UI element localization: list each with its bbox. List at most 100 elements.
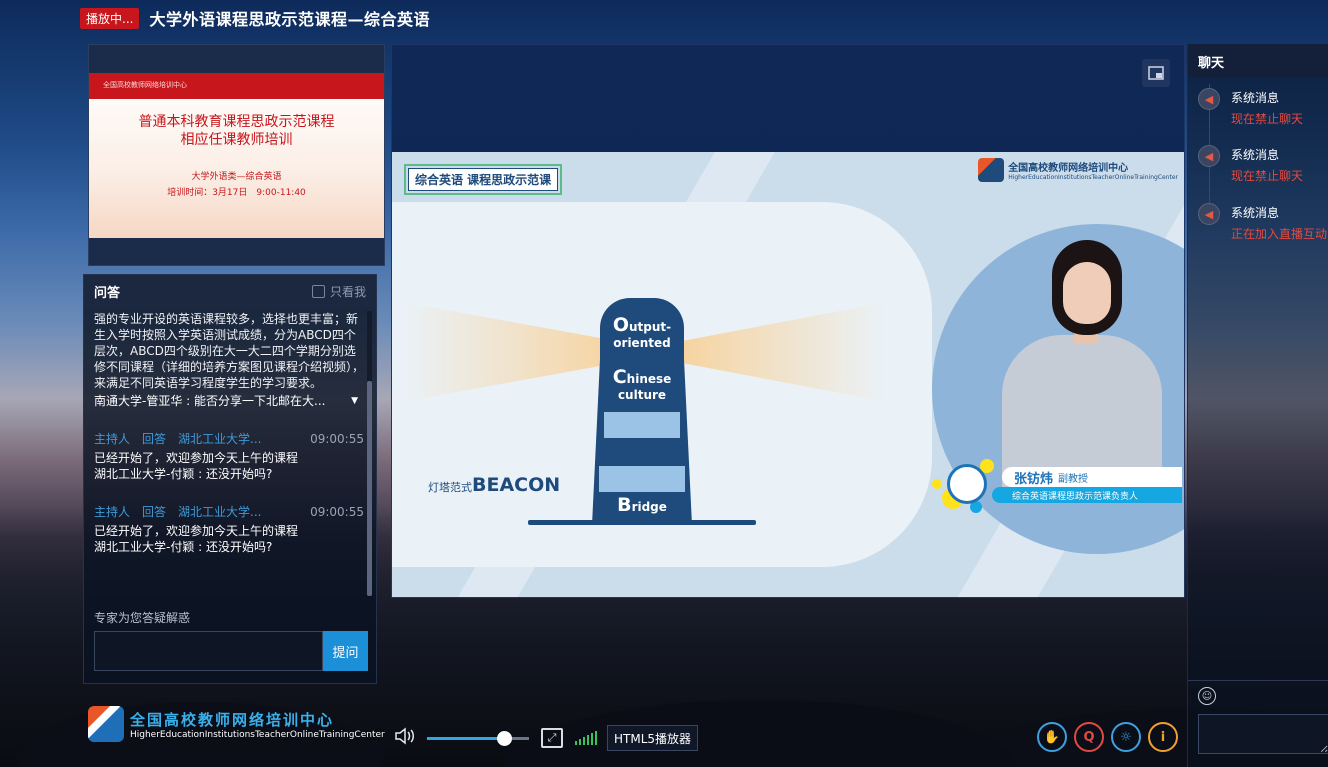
qa-icon[interactable]: Q [1074, 722, 1104, 752]
qa-scrollbar[interactable] [367, 311, 372, 596]
qa-item-answer: 已经开始了，欢迎参加今天上午的课程 [94, 524, 299, 538]
qa-item: 主持人 回答 湖北工业大学... 09:00:55 已经开始了，欢迎参加今天上午… [94, 431, 364, 482]
live-status-badge: 播放中... [80, 7, 140, 29]
chat-message-text: 正在加入直播互动 [1231, 227, 1328, 241]
only-me-label: 只看我 [329, 284, 366, 299]
signal-bar [583, 737, 585, 745]
slide-thumbnail[interactable]: 全国高校教师网络培训中心 普通本科教育课程思政示范课程 相应任课教师培训 大学外… [88, 44, 385, 266]
qa-header: 问答 只看我 [84, 275, 376, 307]
presenter-name-bar: 张钫炜 副教授 综合英语课程思政示范课负责人 [932, 467, 1182, 507]
ask-button[interactable]: 提问 [323, 631, 368, 671]
qa-item-author: 主持人 回答 湖北工业大学... [94, 432, 262, 446]
signal-strength-icon [575, 731, 597, 745]
picture-in-picture-button[interactable] [1142, 59, 1170, 87]
qa-item-meta: 主持人 回答 湖北工业大学... 09:00:55 [94, 431, 364, 447]
expand-caret-icon[interactable]: ▼ [351, 393, 358, 409]
qa-item-time: 09:00:55 [310, 432, 364, 446]
presenter-title: 副教授 [1058, 473, 1089, 485]
tower-band [599, 466, 685, 492]
emoji-icon[interactable]: ☺ [1198, 687, 1216, 705]
qa-item-time: 09:00:55 [310, 505, 364, 519]
qa-item-author: 主持人 回答 湖北工业大学... [94, 505, 262, 519]
picture-in-picture-icon [1148, 66, 1164, 80]
raise-hand-icon[interactable]: ✋ [1037, 722, 1067, 752]
footer-logo-en: HigherEducationInstitutionsTeacherOnline… [130, 729, 385, 740]
qa-first-question[interactable]: 南通大学-管亚华 : 能否分享一下北邮在大... ▼ [94, 393, 364, 409]
qa-first-answer: 强的专业开设的英语课程较多，选择也更丰富；新生入学时按照入学英语测试成绩，分为A… [94, 312, 364, 390]
speaker-muted-icon: ◀ [1198, 88, 1220, 110]
question-input[interactable] [94, 631, 323, 671]
tower-output-text: Output- oriented [600, 314, 684, 350]
qa-title: 问答 [94, 285, 121, 301]
training-center-logo-icon [978, 158, 1005, 182]
presenter-role: 综合英语课程思政示范课负责人 [992, 487, 1182, 503]
signal-bar [579, 739, 581, 745]
page-title: 大学外语课程思政示范课程—综合英语 [149, 10, 430, 29]
volume-slider-knob[interactable] [496, 730, 512, 746]
slide-subtitle: 大学外语类—综合英语 [191, 172, 282, 182]
tower-o-letter: O [612, 314, 629, 336]
chat-message-from: 系统消息 [1231, 206, 1280, 220]
speaker-muted-icon: ◀ [1198, 203, 1220, 225]
qa-list[interactable]: 强的专业开设的英语课程较多，选择也更丰富；新生入学时按照入学英语测试成绩，分为A… [94, 311, 364, 596]
volume-slider-fill [427, 736, 504, 740]
speaker-icon [395, 726, 414, 745]
course-tag-text: 综合英语 课程思政示范课 [408, 168, 559, 191]
header: 播放中... 大学外语课程思政示范课程—综合英语 [80, 6, 430, 30]
video-logo-en: HigherEducationInstitutionsTeacherOnline… [1008, 174, 1178, 181]
qa-item-meta: 主持人 回答 湖北工业大学... 09:00:55 [94, 504, 364, 520]
volume-icon[interactable] [393, 726, 419, 751]
presenter-name: 张钫炜 [1014, 471, 1054, 487]
chat-input[interactable] [1198, 714, 1328, 754]
tower-culture-text: Chinese culture [590, 366, 694, 402]
beacon-small: 灯塔范式 [428, 481, 472, 494]
slide-heading-line2: 相应任课教师培训 [180, 132, 293, 148]
speaker-muted-icon: ◀ [1198, 145, 1220, 167]
qa-first-question-text: 南通大学-管亚华 : 能否分享一下北邮在大... [94, 394, 326, 408]
tower-b-rest: ridge [631, 500, 667, 514]
presenter-face [1063, 262, 1111, 324]
qa-scrollbar-thumb[interactable] [367, 381, 372, 596]
qa-item-answer: 已经开始了，欢迎参加今天上午的课程 [94, 451, 299, 465]
chat-title: 聊天 [1188, 44, 1328, 77]
chat-divider [1188, 680, 1328, 681]
signal-bar [595, 731, 597, 745]
chat-message-from: 系统消息 [1231, 148, 1280, 162]
chat-message-from: 系统消息 [1231, 91, 1280, 105]
info-icon[interactable]: i [1148, 722, 1178, 752]
signal-bar [587, 735, 589, 745]
slide-heading-line1: 普通本科教育课程思政示范课程 [138, 114, 335, 130]
slide-org-text: 全国高校教师网络培训中心 [103, 81, 187, 89]
slide-heading: 普通本科教育课程思政示范课程 相应任课教师培训 [89, 113, 384, 149]
tower-band [604, 412, 680, 438]
settings-icon[interactable]: ☼ [1111, 722, 1141, 752]
volume-slider[interactable] [427, 730, 529, 746]
signal-bar [591, 733, 593, 745]
presenter-name-row: 张钫炜 副教授 [1002, 467, 1182, 487]
fullscreen-icon[interactable]: ⤢ [541, 728, 563, 748]
qa-item: 主持人 回答 湖北工业大学... 09:00:55 已经开始了，欢迎参加今天上午… [94, 504, 364, 555]
tower-o-rest: utput- [629, 320, 672, 334]
lighthouse-base [528, 520, 756, 525]
chat-message-text: 现在禁止聊天 [1231, 112, 1304, 126]
footer-logo: 全国高校教师网络培训中心 HigherEducationInstitutions… [88, 706, 385, 742]
qa-item-question: 湖北工业大学-付颖 : 还没开始吗? [94, 467, 273, 481]
course-tag: 综合英语 课程思政示范课 [404, 164, 563, 195]
expert-label: 专家为您答疑解惑 [94, 611, 191, 625]
player-controls: ⤢ HTML5播放器 [393, 724, 699, 752]
only-me-checkbox[interactable] [311, 284, 325, 298]
qa-panel: 问答 只看我 强的专业开设的英语课程较多，选择也更丰富；新生入学时按照入学英语测… [83, 274, 377, 684]
presenter-figure [1002, 240, 1162, 495]
only-me-toggle[interactable]: 只看我 [311, 283, 366, 300]
tower-bridge-text: Bridge [600, 494, 684, 516]
video-frame: Output- oriented Chinese culture Bridge … [392, 152, 1184, 597]
tower-o-line2: oriented [613, 336, 671, 350]
training-center-logo-icon [88, 706, 124, 742]
footer-logo-cn: 全国高校教师网络培训中心 [130, 710, 335, 729]
chat-panel: 聊天 ◀ 系统消息 现在禁止聊天 ◀ 系统消息 现在禁止聊天 ◀ 系统消息 正在… [1187, 44, 1328, 767]
tower-b-letter: B [617, 494, 632, 516]
video-logo-cn: 全国高校教师网络培训中心 [1008, 163, 1129, 174]
chat-message-text: 现在禁止聊天 [1231, 169, 1304, 183]
player-mode-button[interactable]: HTML5播放器 [607, 725, 699, 751]
action-buttons: ✋ Q ☼ i [1037, 722, 1178, 752]
